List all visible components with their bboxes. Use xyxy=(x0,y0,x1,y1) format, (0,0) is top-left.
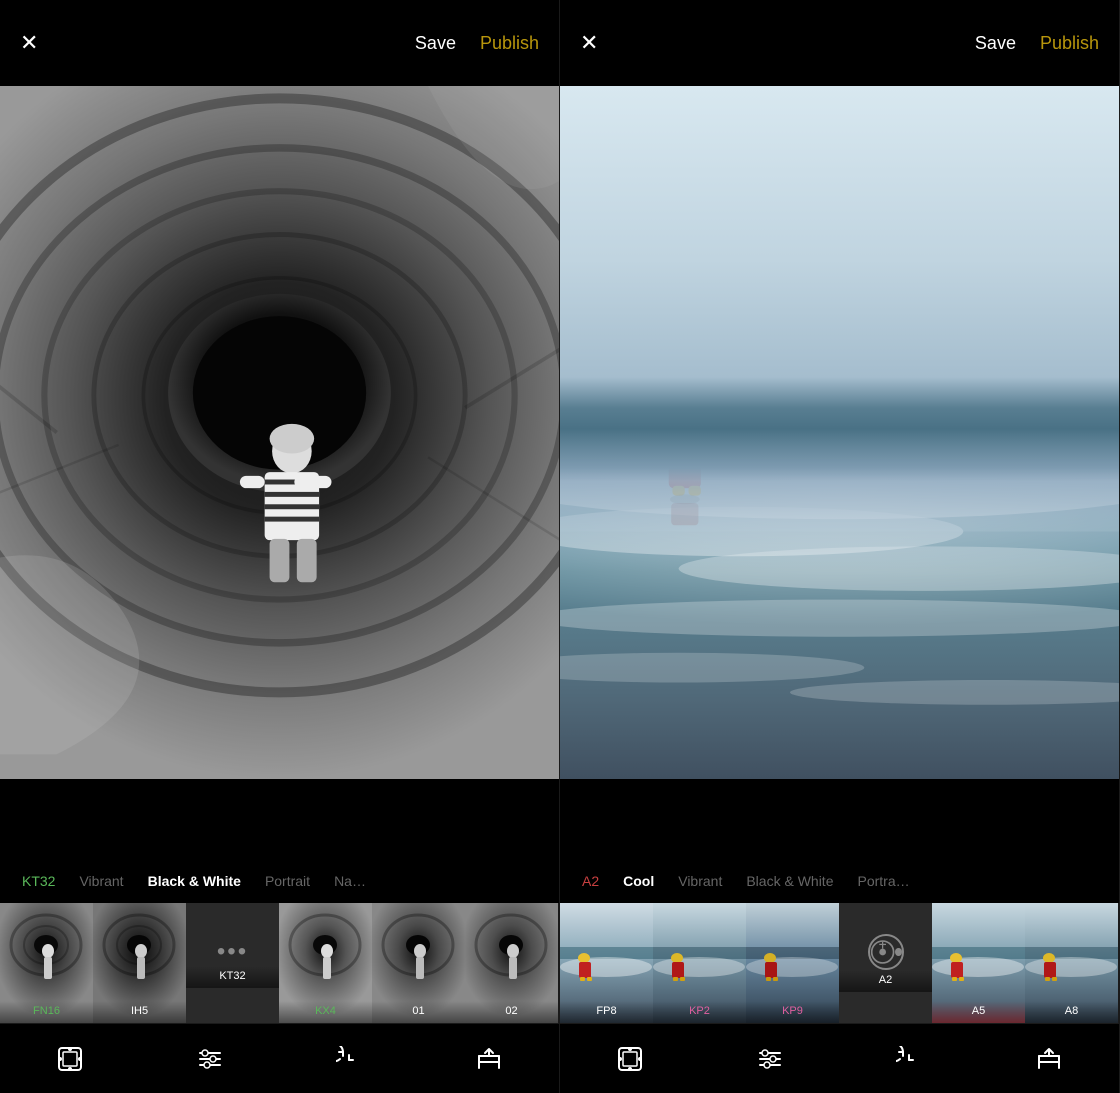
right-filter-icon xyxy=(616,1045,644,1073)
left-close-button[interactable]: ✕ xyxy=(20,32,38,54)
right-filter-kp2[interactable]: KP2 xyxy=(653,903,746,1023)
right-category-vibrant[interactable]: Vibrant xyxy=(666,859,734,903)
left-publish-button[interactable]: Publish xyxy=(480,33,539,54)
left-filter-01[interactable]: 01 xyxy=(372,903,465,1023)
right-filter-a8-label: A8 xyxy=(1025,1001,1118,1023)
right-publish-button[interactable]: Publish xyxy=(1040,33,1099,54)
left-filter-01-label: 01 xyxy=(372,1001,465,1023)
right-adjust-icon xyxy=(756,1045,784,1073)
left-filter-02-label: 02 xyxy=(465,1001,558,1023)
left-share-icon xyxy=(475,1045,503,1073)
right-filter-fp8-label: FP8 xyxy=(560,1001,653,1023)
left-filter-thumbs: FN16 xyxy=(0,903,559,1023)
left-filter-fn16[interactable]: FN16 xyxy=(0,903,93,1023)
right-filter-fp8[interactable]: FP8 xyxy=(560,903,653,1023)
right-filter-categories: A2 Cool Vibrant Black & White Portra… xyxy=(560,859,1119,903)
left-category-kt32[interactable]: KT32 xyxy=(10,859,67,903)
left-history-icon xyxy=(335,1045,363,1073)
right-toolbar-history[interactable] xyxy=(895,1045,923,1073)
left-header-left: ✕ xyxy=(20,32,38,54)
right-filter-a8[interactable]: A8 xyxy=(1025,903,1118,1023)
left-save-button[interactable]: Save xyxy=(415,33,456,54)
left-header: ✕ Save Publish xyxy=(0,0,559,86)
left-filter-fn16-label: FN16 xyxy=(0,1001,93,1023)
left-header-right: Save Publish xyxy=(415,33,539,54)
dots-icon: ••• xyxy=(217,938,248,966)
left-filter-kx4[interactable]: KX4 xyxy=(279,903,372,1023)
right-history-icon xyxy=(895,1045,923,1073)
right-filter-thumbs: FP8 xyxy=(560,903,1119,1023)
right-toolbar-share[interactable] xyxy=(1035,1045,1063,1073)
left-filter-ih5[interactable]: IH5 xyxy=(93,903,186,1023)
right-share-icon xyxy=(1035,1045,1063,1073)
left-filter-kx4-label: KX4 xyxy=(279,1001,372,1023)
right-toolbar-filter[interactable] xyxy=(616,1045,644,1073)
left-category-bw[interactable]: Black & White xyxy=(136,859,253,903)
left-filter-02[interactable]: 02 xyxy=(465,903,558,1023)
left-toolbar-filter[interactable] xyxy=(56,1045,84,1073)
left-bottom-spacer xyxy=(0,779,559,859)
right-toolbar xyxy=(560,1023,1119,1093)
right-save-button[interactable]: Save xyxy=(975,33,1016,54)
left-filter-icon xyxy=(56,1045,84,1073)
left-filter-ih5-label: IH5 xyxy=(93,1001,186,1023)
right-filter-kp9[interactable]: KP9 xyxy=(746,903,839,1023)
right-filter-a5[interactable]: A5 xyxy=(932,903,1025,1023)
right-photo-area xyxy=(560,86,1119,779)
left-photo-area xyxy=(0,86,559,779)
left-filter-kt32[interactable]: ••• KT32 xyxy=(186,903,279,1023)
right-filter-a5-label: A5 xyxy=(932,1001,1025,1023)
left-panel: ✕ Save Publish xyxy=(0,0,560,1093)
right-photo xyxy=(560,86,1119,779)
anchor-icon xyxy=(868,934,904,970)
left-category-portrait[interactable]: Portrait xyxy=(253,859,322,903)
right-toolbar-adjust[interactable] xyxy=(756,1045,784,1073)
right-category-a2[interactable]: A2 xyxy=(570,859,611,903)
right-category-bw[interactable]: Black & White xyxy=(734,859,845,903)
right-header-right: Save Publish xyxy=(975,33,1099,54)
right-filter-a2-label: A2 xyxy=(839,970,932,992)
right-header: ✕ Save Publish xyxy=(560,0,1119,86)
right-filter-kp9-label: KP9 xyxy=(746,1001,839,1023)
left-toolbar-history[interactable] xyxy=(335,1045,363,1073)
left-category-vibrant[interactable]: Vibrant xyxy=(67,859,135,903)
left-adjust-icon xyxy=(196,1045,224,1073)
left-filter-categories: KT32 Vibrant Black & White Portrait Na… xyxy=(0,859,559,903)
left-photo xyxy=(0,86,559,779)
left-toolbar-adjust[interactable] xyxy=(196,1045,224,1073)
right-category-cool[interactable]: Cool xyxy=(611,859,666,903)
right-filter-kp2-label: KP2 xyxy=(653,1001,746,1023)
right-close-button[interactable]: ✕ xyxy=(580,32,598,54)
right-bottom-spacer xyxy=(560,779,1119,859)
right-header-left: ✕ xyxy=(580,32,598,54)
right-filter-a2[interactable]: A2 xyxy=(839,903,932,1023)
right-category-portrait[interactable]: Portra… xyxy=(845,859,921,903)
right-panel: ✕ Save Publish xyxy=(560,0,1120,1093)
left-filter-kt32-label: KT32 xyxy=(186,966,279,988)
left-toolbar xyxy=(0,1023,559,1093)
left-toolbar-share[interactable] xyxy=(475,1045,503,1073)
left-category-na[interactable]: Na… xyxy=(322,859,378,903)
